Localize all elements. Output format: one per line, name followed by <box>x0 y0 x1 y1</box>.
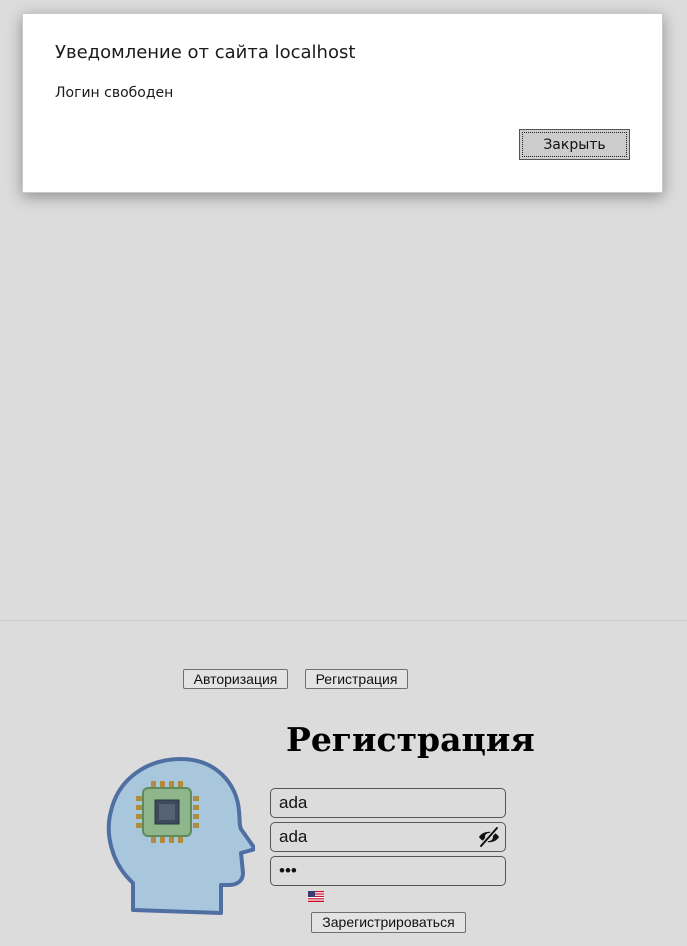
alert-dialog: Уведомление от сайта localhost Логин сво… <box>22 13 663 193</box>
us-flag-icon[interactable] <box>308 891 324 902</box>
dialog-message: Логин свободен <box>55 85 174 101</box>
eye-slash-icon[interactable] <box>477 826 501 848</box>
register-submit-button[interactable]: Зарегистрироваться <box>311 912 466 933</box>
close-button[interactable]: Закрыть <box>519 129 630 160</box>
login-input[interactable] <box>270 788 506 818</box>
head-with-chip-icon <box>106 757 255 915</box>
tab-login[interactable]: Авторизация <box>183 669 288 689</box>
confirm-password-input[interactable] <box>270 856 506 886</box>
dialog-title: Уведомление от сайта localhost <box>55 42 356 63</box>
tab-register[interactable]: Регистрация <box>305 669 408 689</box>
password-input[interactable] <box>270 822 506 852</box>
page-divider <box>0 620 687 621</box>
page-title: Регистрация <box>286 720 535 759</box>
